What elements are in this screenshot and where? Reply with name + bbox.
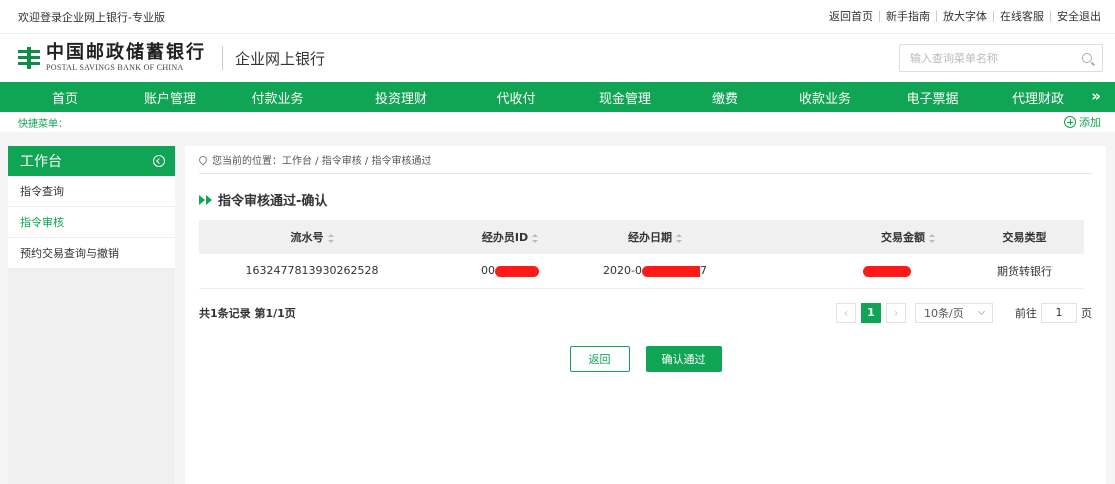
confirm-approve-button[interactable]: 确认通过 (645, 345, 722, 372)
next-page-button[interactable]: › (886, 302, 906, 323)
table-header-row: 流水号 经办员ID 经办日期 交易金额 交易类型 (199, 220, 1084, 254)
quick-menu-label: 快捷菜单： (18, 118, 68, 130)
search-input[interactable] (910, 51, 1082, 65)
nav-more-icon[interactable]: » (1091, 87, 1101, 105)
cell-type: 期货转银行 (997, 264, 1052, 278)
welcome-text: 欢迎登录企业网上银行-专业版 (18, 10, 165, 24)
breadcrumb-text: 您当前的位置：工作台 / 指令审核 / 指令审核通过 (212, 156, 432, 167)
nav-receipts[interactable]: 收款业务 (775, 88, 875, 107)
record-count: 共1条记录 第1/1页 (199, 306, 296, 320)
page-1-button[interactable]: 1 (861, 302, 881, 323)
play-arrow-icon (199, 194, 205, 205)
col-operator-id[interactable]: 经办员ID (425, 220, 595, 254)
page-body: 工作台 指令查询 指令审核 预约交易查询与撤销 您当前的位置：工作台 / 指令审… (0, 138, 1115, 484)
collapse-icon[interactable] (153, 155, 165, 167)
table-row[interactable]: 1632477813930262528 00 2020-0 7 期货转银行 (199, 254, 1084, 288)
product-name: 企业网上银行 (235, 49, 326, 68)
back-button[interactable]: 返回 (569, 345, 630, 372)
header: 中国邮政储蓄银行 POSTAL SAVINGS BANK OF CHINA 企业… (0, 34, 1115, 82)
menu-search (899, 44, 1103, 72)
logo-en: POSTAL SAVINGS BANK OF CHINA (46, 63, 184, 72)
add-quick-menu-button[interactable]: 添加 (1064, 114, 1101, 130)
logo-divider (222, 46, 223, 70)
action-buttons: 返回 确认通过 (199, 345, 1092, 372)
bank-logo: 中国邮政储蓄银行 POSTAL SAVINGS BANK OF CHINA (46, 44, 206, 72)
location-pin-icon (197, 153, 209, 166)
sidebar-item-instruction-query[interactable]: 指令查询 (8, 176, 175, 207)
section-title-text: 指令审核通过-确认 (218, 194, 328, 209)
link-enlarge-font[interactable]: 放大字体 (937, 11, 994, 22)
main-content: 您当前的位置：工作台 / 指令审核 / 指令审核通过 指令审核通过-确认 流水号… (185, 146, 1106, 484)
page-size-select[interactable]: 10条/页 (915, 302, 993, 323)
nav-investment[interactable]: 投资理财 (345, 88, 457, 107)
goto-page-input[interactable] (1041, 302, 1077, 323)
nav-account[interactable]: 账户管理 (130, 88, 210, 107)
logo-cn: 中国邮政储蓄银行 (46, 42, 206, 63)
cell-serial: 1632477813930262528 (245, 264, 379, 278)
sidebar-title: 工作台 (20, 154, 62, 170)
sort-icon[interactable] (676, 233, 682, 243)
pagination: ‹ 1 › 10条/页 前往 页 (836, 302, 1092, 323)
cell-date: 2020-0 7 (603, 264, 707, 278)
cell-operator-id: 00 (425, 254, 595, 288)
link-logout[interactable]: 安全退出 (1051, 11, 1101, 22)
bank-logo-icon (18, 47, 40, 69)
chevron-down-icon (977, 307, 986, 315)
col-type: 交易类型 (1002, 231, 1047, 244)
sort-icon[interactable] (327, 233, 334, 243)
redaction-mark (641, 265, 700, 277)
nav-fees[interactable]: 缴费 (675, 88, 775, 107)
nav-cash[interactable]: 现金管理 (575, 88, 675, 107)
redaction-mark (863, 265, 911, 277)
link-online-service[interactable]: 在线客服 (994, 11, 1051, 22)
col-date[interactable]: 经办日期 (595, 220, 715, 254)
top-bar: 欢迎登录企业网上银行-专业版 返回首页 新手指南 放大字体 在线客服 安全退出 (0, 0, 1115, 34)
search-icon[interactable] (1082, 53, 1092, 63)
prev-page-button[interactable]: ‹ (836, 302, 856, 323)
nav-fiscal[interactable]: 代理财政 (990, 88, 1086, 107)
top-links: 返回首页 新手指南 放大字体 在线客服 安全退出 (823, 11, 1101, 22)
page-unit: 页 (1081, 306, 1092, 320)
sidebar-item-scheduled-transactions[interactable]: 预约交易查询与撤销 (8, 238, 175, 269)
cell-amount (715, 254, 965, 288)
page-size-value: 10条/页 (924, 306, 964, 320)
sidebar-header: 工作台 (8, 146, 175, 176)
quick-menu-bar: 快捷菜单： 添加 (0, 112, 1115, 132)
nav-collect-pay[interactable]: 代收付 (457, 88, 575, 107)
pagination-row: 共1条记录 第1/1页 ‹ 1 › 10条/页 前往 页 (199, 302, 1092, 324)
link-guide[interactable]: 新手指南 (880, 11, 937, 22)
redaction-mark (495, 265, 539, 277)
sort-icon[interactable] (929, 233, 935, 243)
instruction-table: 流水号 经办员ID 经办日期 交易金额 交易类型 163247781393026… (199, 220, 1084, 289)
col-serial[interactable]: 流水号 (199, 220, 425, 254)
sidebar: 工作台 指令查询 指令审核 预约交易查询与撤销 (8, 146, 175, 484)
nav-payment[interactable]: 付款业务 (210, 88, 345, 107)
sidebar-item-instruction-review[interactable]: 指令审核 (8, 207, 175, 238)
section-title: 指令审核通过-确认 (199, 190, 1092, 209)
breadcrumb: 您当前的位置：工作台 / 指令审核 / 指令审核通过 (197, 146, 1092, 174)
link-home[interactable]: 返回首页 (823, 11, 880, 22)
main-nav: 首页 账户管理 付款业务 投资理财 代收付 现金管理 缴费 收款业务 电子票据 … (0, 82, 1115, 112)
sort-icon[interactable] (532, 233, 539, 243)
add-label: 添加 (1079, 116, 1101, 129)
goto-label: 前往 (1015, 306, 1037, 320)
plus-icon (1064, 116, 1076, 128)
col-amount[interactable]: 交易金额 (715, 220, 965, 254)
nav-e-bills[interactable]: 电子票据 (875, 88, 990, 107)
nav-home[interactable]: 首页 (0, 88, 130, 107)
play-arrow-icon (206, 194, 212, 205)
